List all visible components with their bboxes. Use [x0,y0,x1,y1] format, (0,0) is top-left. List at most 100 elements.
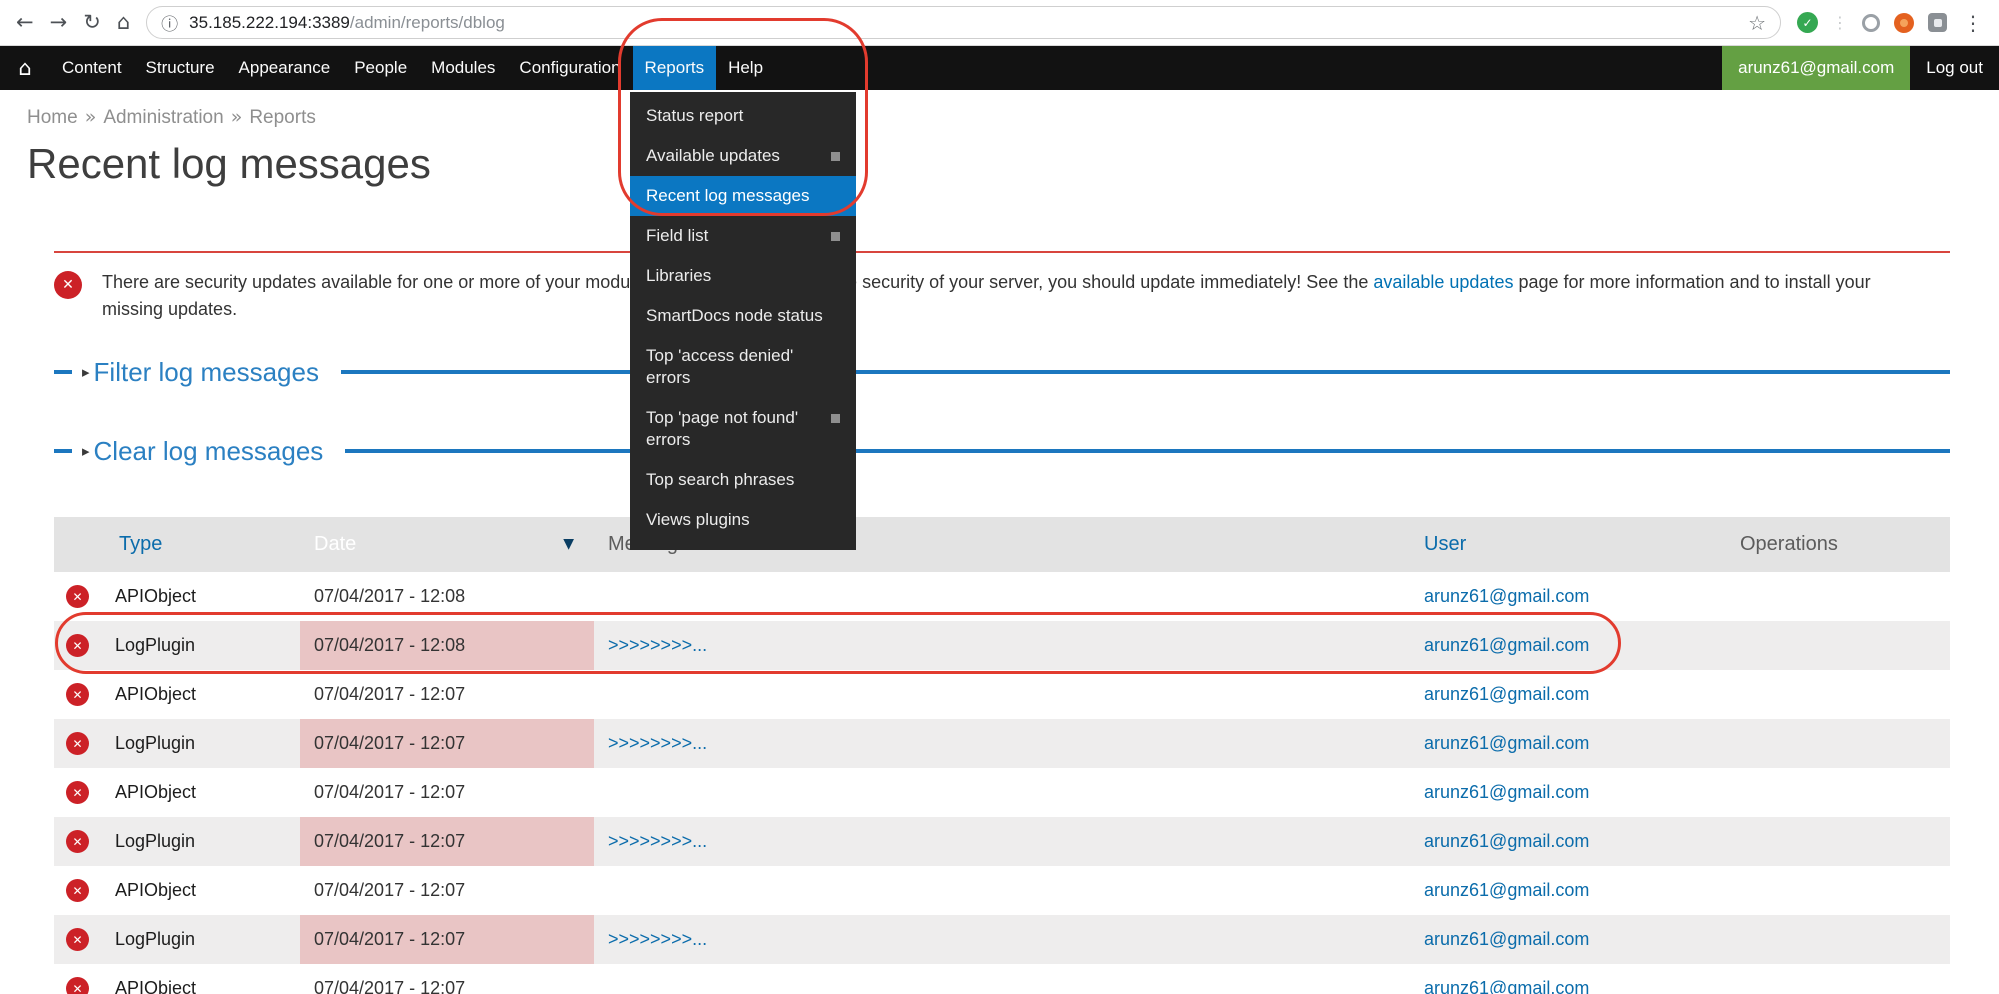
log-user-link[interactable]: arunz61@gmail.com [1424,733,1589,753]
log-user-link[interactable]: arunz61@gmail.com [1424,978,1589,994]
fieldset-rule [341,370,1950,374]
dropdown-item-views-plugins[interactable]: Views plugins [630,500,856,540]
back-icon[interactable]: ← [16,12,34,33]
account-email[interactable]: arunz61@gmail.com [1722,46,1910,90]
log-user-link[interactable]: arunz61@gmail.com [1424,635,1589,655]
admin-home-icon[interactable]: ⌂ [0,46,50,90]
dropdown-item-top-page-not-found-errors[interactable]: Top 'page not found' errors [630,398,856,460]
log-message [594,866,1410,915]
log-operations [1720,964,1950,994]
sort-by-type-link[interactable]: Type [119,533,162,555]
page-title: Recent log messages [27,139,1950,189]
orange-circle-extension-icon[interactable] [1894,13,1914,33]
dropdown-item-label: Field list [646,225,708,247]
toolbar-item-reports[interactable]: Reports [633,46,717,90]
log-user-link[interactable]: arunz61@gmail.com [1424,880,1589,900]
toolbar-item-content[interactable]: Content [50,46,134,90]
url-path: /admin/reports/dblog [350,13,505,32]
log-type: APIObject [115,978,196,994]
bookmark-star-icon[interactable]: ☆ [1748,11,1766,35]
toolbar-item-structure[interactable]: Structure [134,46,227,90]
log-operations [1720,866,1950,915]
breadcrumb-administration-link[interactable]: Administration [103,107,223,128]
filter-log-messages-toggle[interactable]: ▸Filter log messages [82,357,319,388]
dropdown-item-top-access-denied-errors[interactable]: Top 'access denied' errors [630,336,856,398]
breadcrumb-home-link[interactable]: Home [27,107,78,128]
dropdown-item-label: Top search phrases [646,469,794,491]
log-date: 07/04/2017 - 12:07 [300,719,594,768]
gray-circle-extension-icon[interactable] [1862,14,1880,32]
dropdown-item-libraries[interactable]: Libraries [630,256,856,296]
browser-home-icon[interactable]: ⌂ [117,12,130,33]
fieldset-label: Filter log messages [94,357,319,388]
dropdown-item-label: Top 'access denied' errors [646,345,840,389]
log-message-link[interactable]: >>>>>>>>... [608,733,707,753]
toolbar-item-people[interactable]: People [342,46,419,90]
green-check-extension-icon[interactable]: ✓ [1797,12,1818,33]
fieldset-rule [345,449,1950,453]
url-text: 35.185.222.194:3389/admin/reports/dblog [189,13,1737,33]
toolbar-item-help[interactable]: Help [716,46,775,90]
dropdown-item-smartdocs-node-status[interactable]: SmartDocs node status [630,296,856,336]
forward-icon[interactable]: → [50,12,68,33]
dropdown-item-label: Libraries [646,265,711,287]
log-user-link[interactable]: arunz61@gmail.com [1424,586,1589,606]
page-info-icon[interactable]: ⓘ [161,10,178,35]
sort-by-user-link[interactable]: User [1424,533,1466,555]
logout-button[interactable]: Log out [1910,46,1999,90]
log-type: APIObject [115,782,196,802]
table-row: ✕APIObject 07/04/2017 - 12:07 arunz61@gm… [54,964,1950,994]
error-severity-icon: ✕ [66,977,89,994]
log-date: 07/04/2017 - 12:07 [300,817,594,866]
error-severity-icon: ✕ [66,683,89,706]
table-row: ✕APIObject 07/04/2017 - 12:08 arunz61@gm… [54,572,1950,621]
table-row: ✕LogPlugin 07/04/2017 - 12:07 >>>>>>>>..… [54,915,1950,964]
log-type: APIObject [115,684,196,704]
table-row: ✕LogPlugin 07/04/2017 - 12:08 >>>>>>>>..… [54,621,1950,670]
gray-square-extension-icon[interactable] [1928,13,1947,32]
browser-menu-icon[interactable]: ⋮ [1963,11,1983,35]
toolbar-item-configuration[interactable]: Configuration [507,46,632,90]
reload-icon[interactable]: ↻ [83,12,101,33]
screen: ← → ↻ ⌂ ⓘ 35.185.222.194:3389/admin/repo… [0,0,1999,994]
clear-log-messages-toggle[interactable]: ▸Clear log messages [82,436,323,467]
log-message-link[interactable]: >>>>>>>>... [608,929,707,949]
log-message-link[interactable]: >>>>>>>>... [608,635,707,655]
browser-toolbar: ← → ↻ ⌂ ⓘ 35.185.222.194:3389/admin/repo… [0,0,1999,46]
error-severity-icon: ✕ [66,879,89,902]
log-user-link[interactable]: arunz61@gmail.com [1424,684,1589,704]
log-user-link[interactable]: arunz61@gmail.com [1424,929,1589,949]
disabled-extension-icon[interactable]: ⋮ [1832,13,1848,32]
error-icon: ✕ [54,271,82,299]
toolbar-right: arunz61@gmail.com Log out [1722,46,1999,90]
log-message [594,572,1410,621]
collapsed-arrow-icon: ▸ [82,363,90,381]
header-user: User [1410,517,1720,572]
log-message-link[interactable]: >>>>>>>>... [608,831,707,851]
dropdown-item-status-report[interactable]: Status report [630,96,856,136]
dropdown-item-top-search-phrases[interactable]: Top search phrases [630,460,856,500]
log-operations [1720,915,1950,964]
fieldset-dash [54,449,72,453]
log-user-link[interactable]: arunz61@gmail.com [1424,782,1589,802]
alert-text: There are security updates available for… [102,269,1902,323]
dropdown-item-available-updates[interactable]: Available updates [630,136,856,176]
toolbar-item-appearance[interactable]: Appearance [227,46,343,90]
breadcrumb-reports-link[interactable]: Reports [249,107,316,128]
address-bar[interactable]: ⓘ 35.185.222.194:3389/admin/reports/dblo… [146,6,1781,39]
error-severity-icon: ✕ [66,928,89,951]
table-row: ✕APIObject 07/04/2017 - 12:07 arunz61@gm… [54,670,1950,719]
log-user-link[interactable]: arunz61@gmail.com [1424,831,1589,851]
header-date-sorted[interactable]: Date▼ [300,517,594,572]
toolbar-item-modules[interactable]: Modules [419,46,507,90]
log-operations [1720,719,1950,768]
available-updates-link[interactable]: available updates [1373,272,1513,292]
url-host: 35.185.222.194:3389 [189,13,350,32]
breadcrumb-separator-icon: » [231,106,243,128]
log-operations [1720,670,1950,719]
fieldset-label: Clear log messages [94,436,324,467]
dropdown-item-field-list[interactable]: Field list [630,216,856,256]
log-date: 07/04/2017 - 12:08 [300,621,594,670]
dropdown-item-recent-log-messages[interactable]: Recent log messages [630,176,856,216]
update-badge-icon [831,152,840,161]
